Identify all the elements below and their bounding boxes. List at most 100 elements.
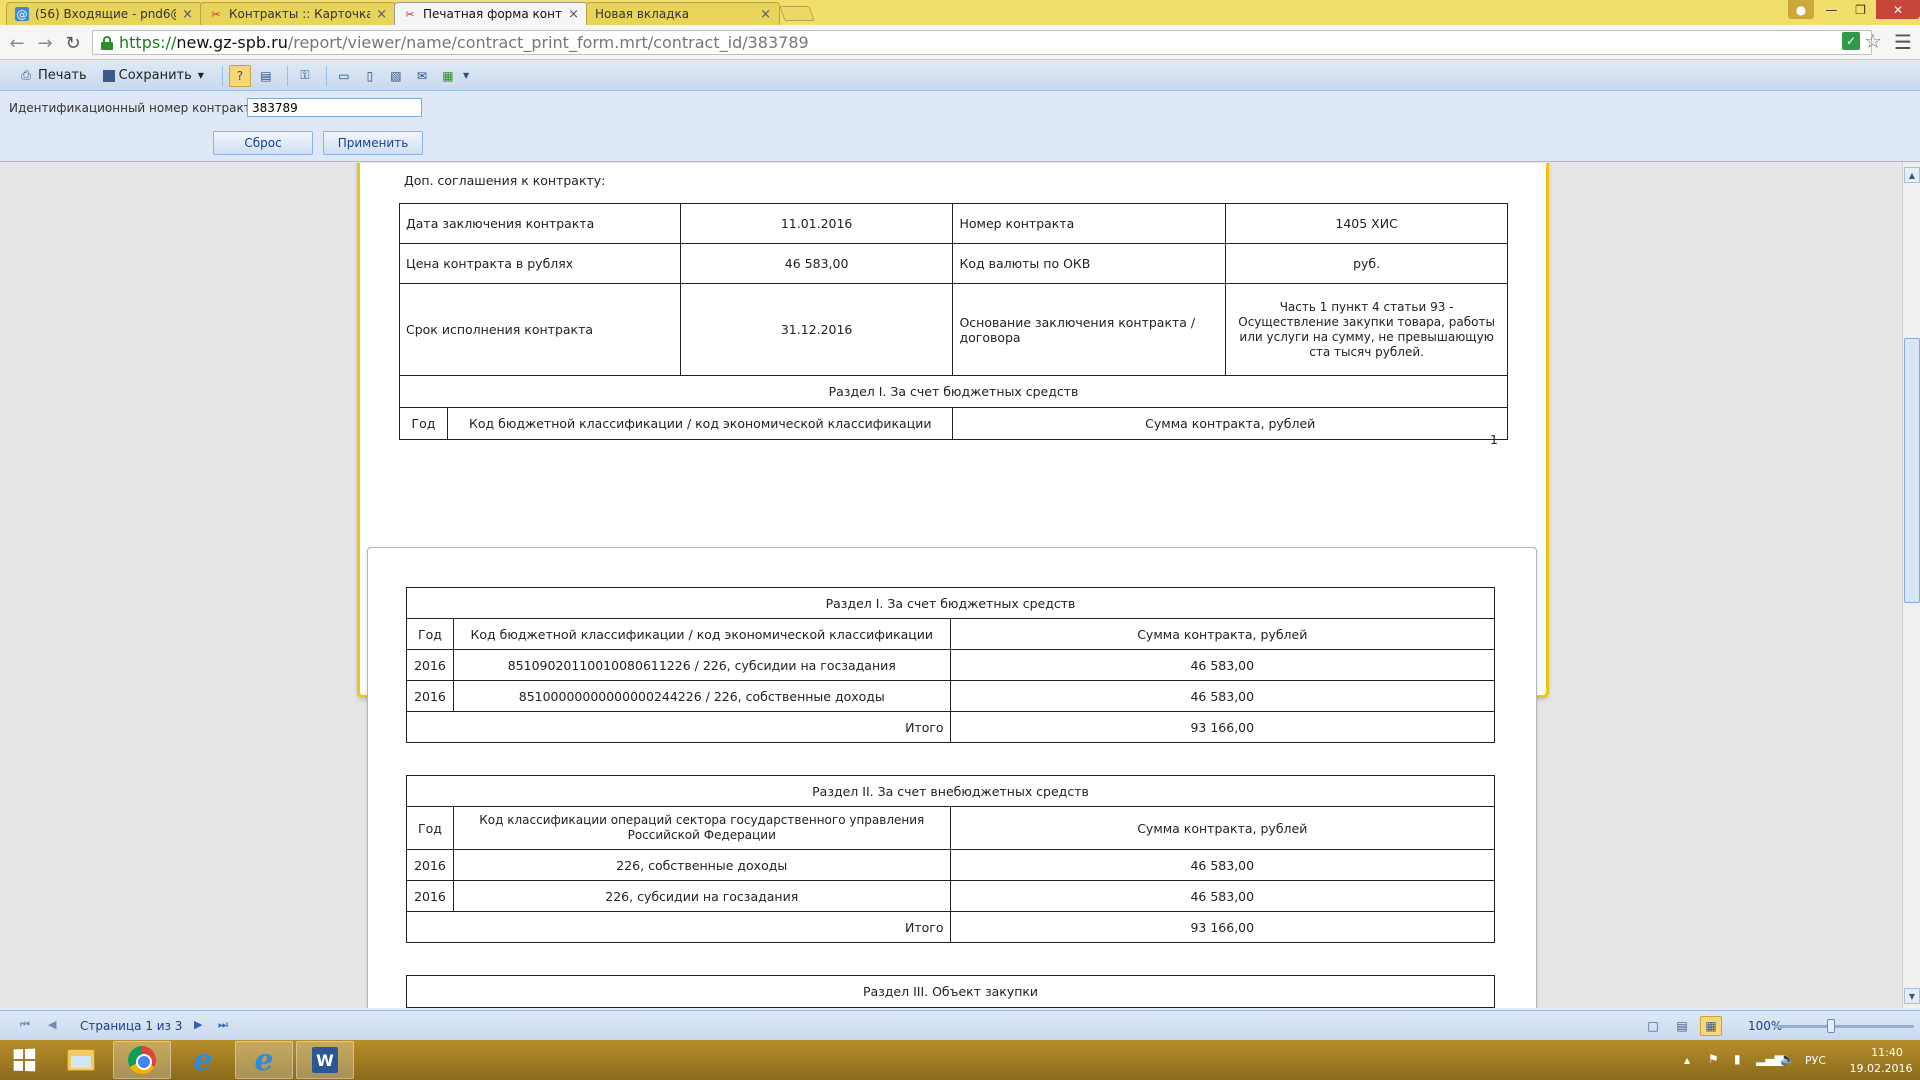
report-page-2: Раздел I. За счет бюджетных средств Год … (367, 547, 1537, 1008)
toolbar-separator (325, 65, 327, 86)
url-scheme: https:// (119, 33, 177, 52)
mail-icon: @ (15, 7, 29, 21)
contract-basis-value: Часть 1 пункт 4 статьи 93 - Осуществлени… (1225, 283, 1508, 376)
minimize-button[interactable]: — (1818, 0, 1845, 19)
contract-price-label: Цена контракта в рублях (399, 243, 681, 284)
taskbar-chrome[interactable] (113, 1041, 171, 1079)
column-header-year: Год (406, 618, 454, 650)
tab-print-form[interactable]: ✂ Печатная форма контрак × (394, 2, 588, 25)
lock-icon (101, 35, 113, 50)
scroll-up-icon[interactable]: ▲ (1904, 167, 1920, 183)
table-row: Раздел III. Объект закупки (406, 975, 1495, 1008)
parameters-icon[interactable]: ? (228, 64, 251, 87)
start-button[interactable] (0, 1040, 48, 1080)
table-row: 2016 85109020110010080611226 / 226, субс… (406, 649, 1496, 681)
table-row: Дата заключения контракта 11.01.2016 Ном… (399, 203, 1508, 244)
folder-icon (67, 1049, 95, 1071)
contract-id-input[interactable] (247, 98, 422, 117)
contract-term-value: 31.12.2016 (679, 283, 954, 376)
section-title: Раздел II. За счет внебюджетных средств (406, 775, 1495, 807)
continuous-icon[interactable]: ▯ (359, 65, 381, 87)
star-icon[interactable]: ☆ (1864, 29, 1882, 53)
table-row: Срок исполнения контракта 31.12.2016 Осн… (399, 283, 1508, 376)
first-page-icon[interactable]: ⏮ (20, 1018, 30, 1032)
close-window-button[interactable]: ✕ (1876, 0, 1920, 19)
taskbar-ie[interactable]: e (174, 1041, 232, 1079)
reload-icon[interactable]: ↻ (62, 32, 84, 54)
column-header-code: Код классификации операций сектора госуд… (452, 806, 951, 850)
flag-icon[interactable]: ⚑ (1708, 1052, 1719, 1066)
total-value: 93 166,00 (949, 911, 1496, 943)
tray-expand-icon[interactable]: ▲ (1684, 1056, 1690, 1065)
send-email-icon[interactable]: ✉ (411, 65, 433, 87)
section-title: Раздел III. Объект закупки (406, 975, 1495, 1008)
section-title: Раздел I. За счет бюджетных средств (406, 587, 1495, 619)
bookmarks-icon[interactable]: ▤ (255, 65, 277, 87)
report-viewport[interactable]: Доп. соглашения к контракту: Дата заключ… (0, 163, 1902, 1008)
table-row: Цена контракта в рублях 46 583,00 Код ва… (399, 243, 1508, 284)
tab-inbox[interactable]: @ (56) Входящие - pnd6@m × (6, 2, 202, 25)
export-icon[interactable]: ▦ (437, 65, 459, 87)
clock-time[interactable]: 11:40 (1862, 1046, 1912, 1059)
multi-page-view-icon[interactable]: ▦ (1700, 1016, 1722, 1036)
taskbar-ie-2[interactable]: e (235, 1041, 293, 1079)
supplementary-agreements-label: Доп. соглашения к контракту: (404, 173, 606, 188)
close-icon[interactable]: × (182, 7, 193, 22)
apply-button[interactable]: Применить (323, 131, 423, 155)
budget-section-table: Раздел I. За счет бюджетных средств Год … (406, 587, 1496, 743)
user-icon[interactable]: ● (1788, 0, 1814, 19)
shield-icon[interactable]: ✓ (1842, 32, 1860, 50)
single-page-view-icon[interactable]: □ (1642, 1016, 1664, 1036)
find-icon[interactable]: ⚿ (294, 65, 316, 87)
tab-contracts[interactable]: ✂ Контракты :: Карточка ко × (200, 2, 396, 25)
new-tab-button[interactable] (779, 6, 815, 21)
taskbar-explorer[interactable] (52, 1041, 110, 1079)
row-year: 2016 (406, 649, 454, 681)
zoom-slider-thumb[interactable] (1827, 1019, 1835, 1033)
column-header-code: Код бюджетной классификации / код эконом… (452, 618, 951, 650)
row-year: 2016 (406, 680, 454, 712)
next-page-icon[interactable]: ▶ (194, 1018, 202, 1031)
close-icon[interactable]: × (376, 7, 387, 22)
multi-page-icon[interactable]: ▧ (385, 65, 407, 87)
printer-icon: ⎙ (21, 68, 31, 82)
menu-icon[interactable]: ☰ (1894, 30, 1912, 54)
contract-id-label: Идентификационный номер контракта (9, 101, 259, 115)
toolbar-separator (221, 65, 223, 86)
back-icon[interactable]: ← (6, 32, 28, 54)
row-year: 2016 (406, 880, 454, 912)
single-page-icon[interactable]: ▭ (333, 65, 355, 87)
save-button[interactable]: Сохранить ▼ (99, 65, 208, 87)
clock-date[interactable]: 19.02.2016 (1846, 1062, 1916, 1075)
contract-date-label: Дата заключения контракта (399, 203, 681, 244)
continuous-view-icon[interactable]: ▤ (1671, 1016, 1693, 1036)
zoom-slider[interactable] (1774, 1025, 1914, 1028)
dropdown-arrow-icon[interactable]: ▼ (463, 71, 469, 80)
scrollbar-thumb[interactable] (1904, 338, 1920, 603)
prev-page-icon[interactable]: ◀ (48, 1018, 56, 1031)
column-header-sum: Сумма контракта, рублей (949, 806, 1496, 850)
procurement-object-table: Раздел III. Объект закупки (406, 975, 1495, 1008)
row-code: 85100000000000000244226 / 226, собственн… (452, 680, 951, 712)
forward-icon[interactable]: → (34, 32, 56, 54)
volume-icon[interactable]: 🔈 (1780, 1052, 1795, 1066)
tab-new[interactable]: Новая вкладка × (586, 2, 780, 25)
language-indicator[interactable]: РУС (1805, 1054, 1826, 1067)
total-value: 93 166,00 (949, 711, 1496, 743)
maximize-button[interactable]: ❐ (1847, 0, 1874, 19)
page-indicator[interactable]: Страница 1 из 3 (80, 1019, 182, 1033)
close-icon[interactable]: × (760, 7, 771, 22)
toolbar-separator (286, 65, 288, 86)
reset-button[interactable]: Сброс (213, 131, 313, 155)
page-number: 1 (1490, 432, 1498, 447)
total-label: Итого (406, 711, 951, 743)
battery-icon[interactable]: ▮ (1734, 1052, 1741, 1066)
word-icon: W (312, 1047, 338, 1073)
taskbar-word[interactable]: W (296, 1041, 354, 1079)
url-input[interactable]: https:// new.gz-spb.ru /report/viewer/na… (92, 30, 1872, 55)
close-icon[interactable]: × (568, 7, 579, 22)
print-button[interactable]: ⎙ Печать (14, 65, 91, 87)
scroll-down-icon[interactable]: ▼ (1904, 988, 1920, 1004)
last-page-icon[interactable]: ⏭ (218, 1018, 228, 1032)
vertical-scrollbar[interactable]: ▲ ▼ (1902, 163, 1920, 1008)
